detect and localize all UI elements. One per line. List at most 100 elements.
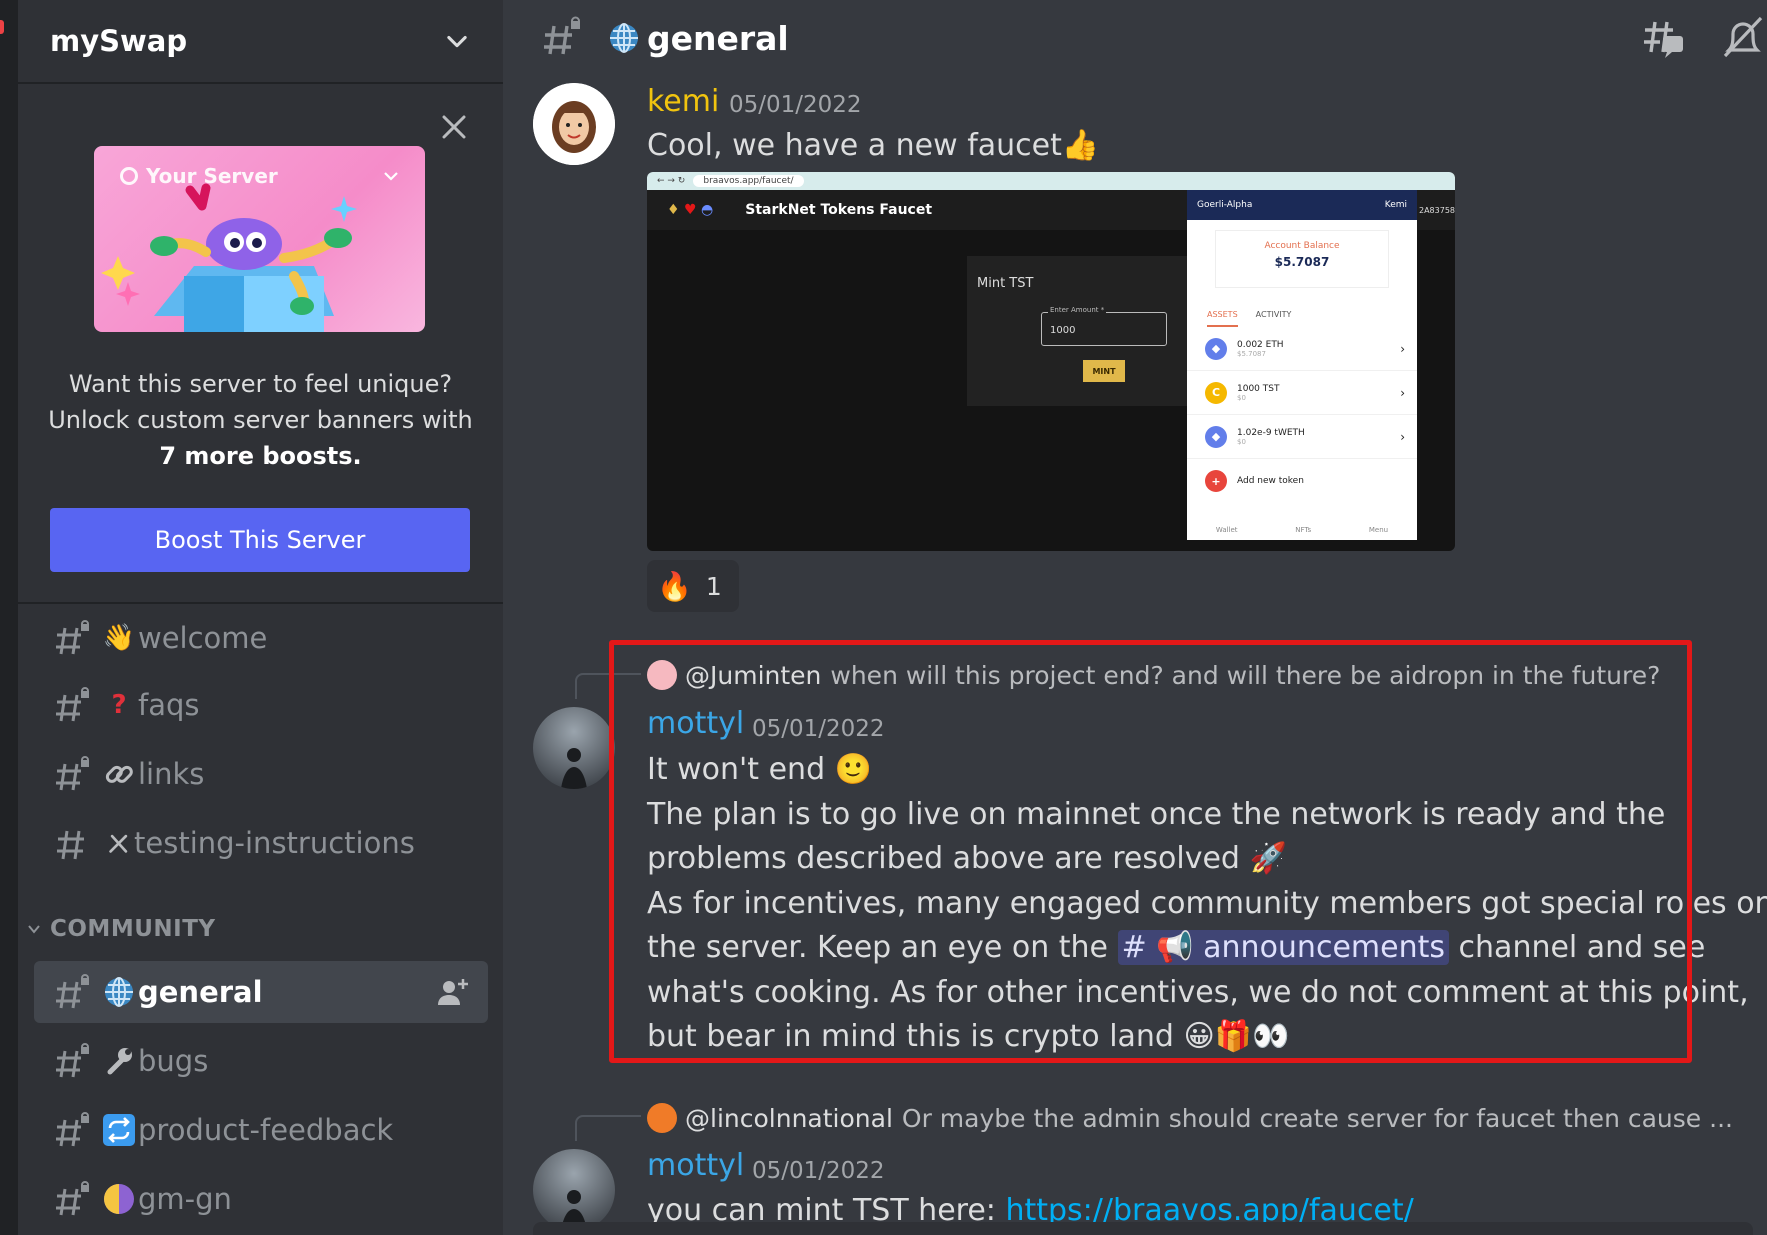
- url-bar: braavos.app/faucet/: [693, 175, 804, 187]
- channel-label: gm-gn: [138, 1182, 232, 1216]
- eth-icon: ◆: [1205, 337, 1227, 360]
- asset-name: 1000 TST: [1237, 383, 1280, 394]
- wrench-icon: [107, 1048, 132, 1075]
- locked-hash-icon: [56, 687, 89, 722]
- boost-server-button[interactable]: Boost This Server: [50, 508, 470, 572]
- channel-testing-instructions[interactable]: testing-instructions: [34, 812, 488, 874]
- channel-gm-gn[interactable]: gm-gn: [34, 1168, 488, 1230]
- message-author[interactable]: kemi: [647, 84, 719, 119]
- channel-links[interactable]: links: [34, 743, 488, 805]
- channel-bugs[interactable]: bugs: [34, 1030, 488, 1092]
- chevron-down-icon[interactable]: [443, 27, 471, 55]
- chevron-down-icon: [28, 925, 40, 934]
- close-icon[interactable]: [439, 112, 469, 142]
- wallet-tabs: ASSETS ACTIVITY: [1207, 310, 1417, 327]
- boost-line: Unlock custom server banners with: [48, 406, 473, 434]
- tab-assets: ASSETS: [1207, 310, 1238, 327]
- threads-icon[interactable]: [1641, 16, 1685, 60]
- locked-hash-icon: [544, 16, 580, 55]
- avatar[interactable]: [533, 83, 615, 165]
- amount-value: 1000: [1050, 325, 1076, 336]
- asset-name: 0.002 ETH: [1237, 339, 1284, 350]
- footer-wallet: Wallet: [1215, 526, 1238, 534]
- reply-author: @lincolnnational: [685, 1103, 893, 1133]
- wallet-header: Goerli-Alpha Kemi: [1187, 190, 1417, 220]
- message-content: Cool, we have a new faucet: [647, 128, 1062, 163]
- boost-promo: Your Server Want this server to feel uni…: [18, 84, 503, 604]
- balance-box: Account Balance $5.7087: [1215, 230, 1389, 288]
- category-community[interactable]: COMMUNITY: [26, 916, 216, 942]
- half-moon-icon: [104, 1184, 134, 1214]
- channel-faqs[interactable]: ? faqs: [34, 674, 488, 736]
- asset-row: C 1000 TST $0 ›: [1187, 371, 1417, 415]
- message-text: Cool, we have a new faucet👍: [647, 124, 1099, 169]
- mint-panel: Mint TST Enter Amount * 1000 MINT: [967, 256, 1189, 406]
- locked-hash-icon: [56, 756, 89, 791]
- avatar-mini: [647, 1103, 677, 1133]
- channel-sidebar: mySwap Your Server Want this server to f…: [18, 0, 503, 1235]
- footer-menu: Menu: [1368, 526, 1389, 534]
- boost-description: Want this server to feel unique? Unlock …: [18, 366, 503, 474]
- message-author[interactable]: mottyl: [647, 1148, 744, 1183]
- locked-hash-icon: [56, 1181, 89, 1216]
- amount-field: Enter Amount * 1000: [1041, 306, 1167, 346]
- mint-title: Mint TST: [977, 276, 1034, 291]
- highlight-box: [609, 640, 1692, 1063]
- globe-icon: [105, 977, 133, 1007]
- reply-preview[interactable]: @lincolnnational Or maybe the admin shou…: [647, 1103, 1733, 1133]
- wallet-network: Goerli-Alpha: [1197, 200, 1253, 210]
- wallet-footer: Wallet NFTs Menu: [1187, 526, 1417, 534]
- boost-line: Want this server to feel unique?: [68, 370, 453, 398]
- reaction-count: 1: [705, 571, 722, 601]
- balance-value: $5.7087: [1274, 255, 1330, 269]
- avatar-kemi-illustration: [533, 83, 615, 165]
- globe-icon: [610, 23, 638, 53]
- asset-value: $5.7087: [1237, 349, 1266, 358]
- address-fragment: 2A83758: [1418, 206, 1455, 215]
- add-token-label: Add new token: [1237, 476, 1304, 486]
- footer-nfts: NFTs: [1295, 526, 1312, 534]
- channel-label: testing-instructions: [134, 826, 415, 860]
- browser-bar: ← → ↻ braavos.app/faucet/: [647, 172, 1455, 190]
- channel-label: product-feedback: [138, 1113, 394, 1147]
- reaction-fire[interactable]: 🔥 1: [647, 560, 739, 612]
- add-token-row: + Add new token: [1187, 459, 1417, 503]
- chevron-right-icon: ›: [1400, 385, 1405, 400]
- thumbs-up-icon: 👍: [1061, 128, 1100, 163]
- channel-label: links: [138, 757, 205, 791]
- question-mark-icon: ?: [111, 690, 127, 720]
- avatar[interactable]: [533, 707, 615, 789]
- channel-header: general: [503, 0, 1767, 76]
- mint-button: MINT: [1083, 360, 1125, 382]
- weth-icon: ◆: [1205, 425, 1227, 448]
- wallet-user: Kemi: [1384, 200, 1407, 210]
- add-user-icon[interactable]: [436, 977, 470, 1007]
- balance-label: Account Balance: [1264, 241, 1340, 251]
- faucet-title: StarkNet Tokens Faucet: [745, 202, 933, 218]
- waving-hand-icon: 👋: [102, 623, 136, 653]
- channel-welcome[interactable]: 👋 welcome: [34, 607, 488, 669]
- locked-hash-icon: [56, 974, 89, 1009]
- avatar[interactable]: [533, 1149, 615, 1231]
- asset-name: 1.02e-9 tWETH: [1237, 427, 1305, 438]
- message-input-edge: [533, 1222, 1753, 1235]
- asset-value: $0: [1237, 437, 1246, 446]
- wallet-popup: Goerli-Alpha Kemi Account Balance $5.708…: [1187, 190, 1417, 540]
- message-timestamp: 05/01/2022: [729, 92, 862, 118]
- channel-general[interactable]: general: [34, 961, 488, 1023]
- notification-mute-icon[interactable]: [1721, 14, 1765, 60]
- logo-icons: ♦ ♥ ◓: [667, 202, 714, 218]
- boost-count: 7 more boosts.: [159, 442, 362, 470]
- hash-icon: [57, 830, 84, 860]
- mascot-illustration: [101, 183, 357, 332]
- locked-hash-icon: [56, 1112, 89, 1147]
- server-name: mySwap: [50, 24, 188, 58]
- server-header[interactable]: mySwap: [18, 0, 503, 84]
- link-icon: [105, 765, 133, 783]
- image-attachment[interactable]: ← → ↻ braavos.app/faucet/ ♦ ♥ ◓ StarkNet…: [647, 172, 1455, 551]
- asset-row: ◆ 1.02e-9 tWETH $0 ›: [1187, 415, 1417, 459]
- tab-activity: ACTIVITY: [1255, 310, 1292, 319]
- channel-label: faqs: [138, 688, 200, 722]
- channel-product-feedback[interactable]: product-feedback: [34, 1099, 488, 1161]
- channel-title: general: [647, 18, 789, 58]
